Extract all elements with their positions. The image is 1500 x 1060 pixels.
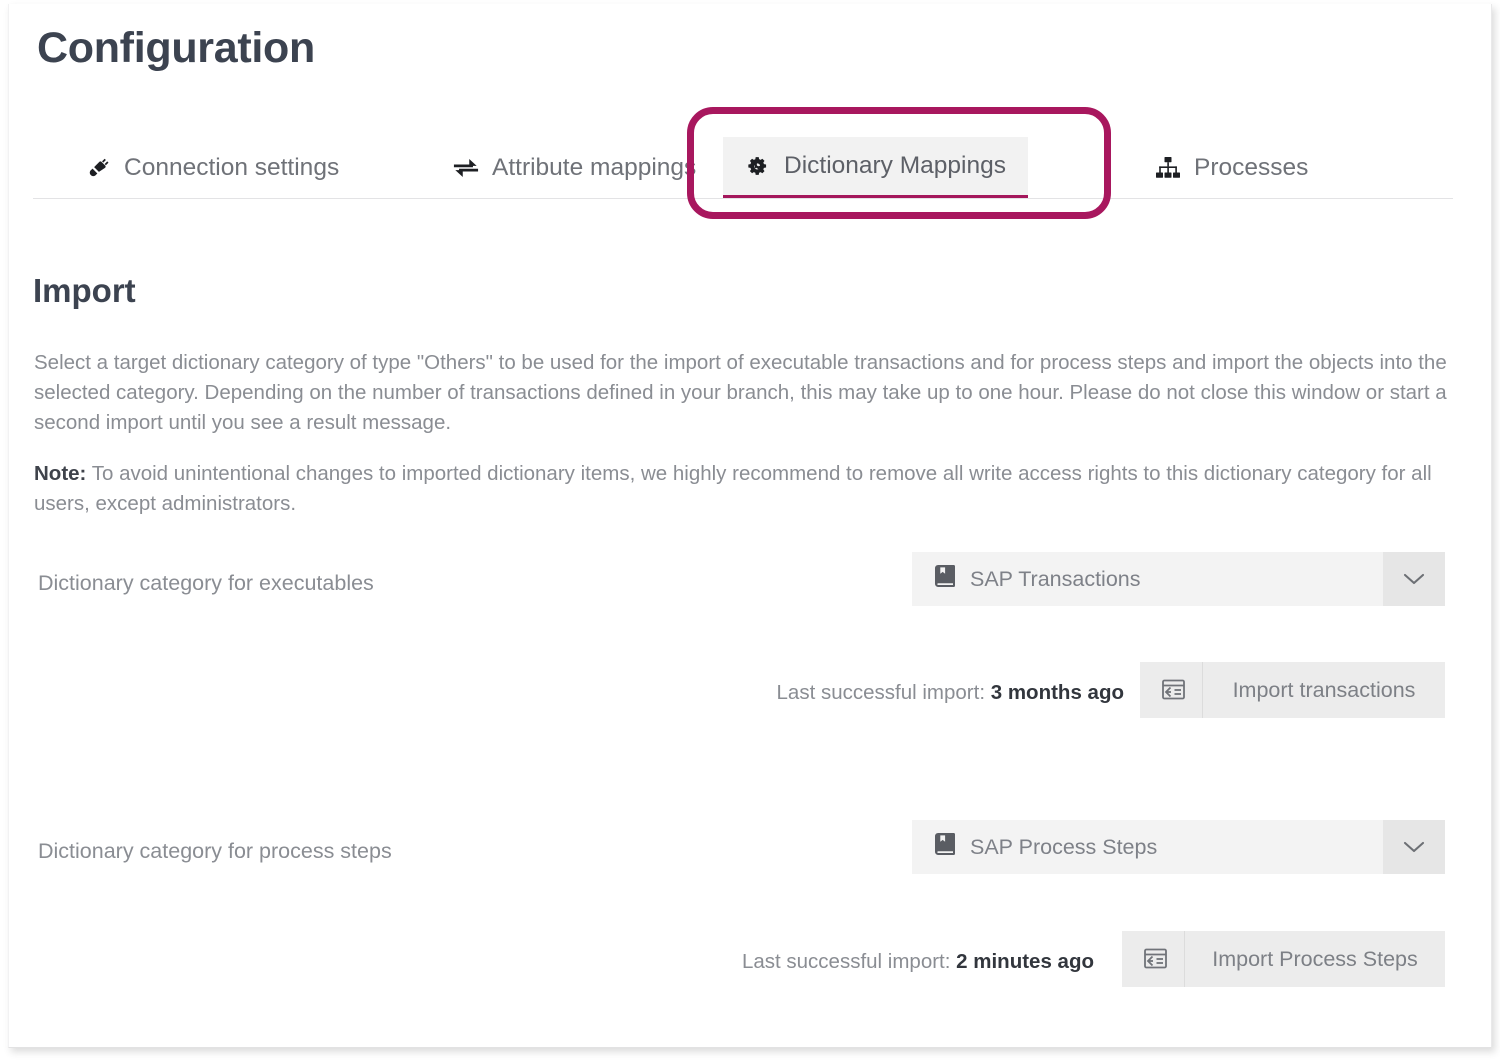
import-window-icon: [1122, 931, 1185, 987]
cogs-icon: [745, 153, 771, 179]
tab-label: Processes: [1194, 153, 1309, 181]
book-icon: [934, 832, 956, 862]
import-transactions-button[interactable]: Import transactions: [1140, 662, 1445, 718]
page-title: Configuration: [37, 24, 315, 72]
section-heading-import: Import: [33, 272, 136, 309]
chevron-down-icon[interactable]: [1383, 552, 1445, 606]
last-import-status-executables: Last successful import: 3 months ago: [509, 681, 1124, 705]
exchange-arrows-icon: [453, 155, 479, 181]
tab-dictionary-mappings[interactable]: Dictionary Mappings: [723, 137, 1028, 198]
plug-icon: [85, 155, 111, 181]
tab-connection-settings[interactable]: Connection settings: [63, 137, 361, 198]
note-text: To avoid unintentional changes to import…: [34, 462, 1432, 515]
import-process-steps-button[interactable]: Import Process Steps: [1122, 931, 1445, 987]
tab-bar: Connection settings Attribute mappings D…: [33, 137, 1453, 199]
tab-label: Attribute mappings: [492, 153, 697, 181]
import-process-steps-label: Import Process Steps: [1212, 946, 1418, 971]
status-value: 3 months ago: [990, 681, 1124, 704]
status-value: 2 minutes ago: [956, 950, 1094, 973]
dropdown-dictionary-category-executables[interactable]: SAP Transactions: [912, 552, 1445, 606]
sitemap-icon: [1155, 155, 1181, 181]
dropdown-dictionary-category-process-steps[interactable]: SAP Process Steps: [912, 820, 1445, 874]
label-dictionary-category-process-steps: Dictionary category for process steps: [38, 839, 392, 863]
tab-label: Dictionary Mappings: [784, 152, 1006, 179]
tab-processes[interactable]: Processes: [1133, 137, 1330, 198]
import-window-icon: [1140, 662, 1203, 718]
dropdown-value-wrap: SAP Transactions: [912, 552, 1383, 606]
last-import-status-process-steps: Last successful import: 2 minutes ago: [479, 950, 1094, 974]
import-description: Select a target dictionary category of t…: [34, 351, 1447, 434]
import-transactions-label: Import transactions: [1232, 677, 1416, 702]
chevron-down-icon[interactable]: [1383, 820, 1445, 874]
status-prefix: Last successful import:: [741, 950, 957, 973]
status-prefix: Last successful import:: [776, 681, 991, 704]
note-label: Note:: [34, 462, 87, 485]
tab-attribute-mappings[interactable]: Attribute mappings: [431, 137, 718, 198]
dropdown-value: SAP Process Steps: [970, 834, 1158, 859]
tab-label: Connection settings: [124, 153, 340, 181]
dropdown-value-wrap: SAP Process Steps: [912, 820, 1383, 874]
configuration-page-card: Configuration Connection settings Attrib…: [8, 4, 1492, 1048]
import-note: Note: To avoid unintentional changes to …: [34, 459, 1449, 519]
book-icon: [934, 564, 956, 594]
label-dictionary-category-executables: Dictionary category for executables: [38, 571, 374, 595]
dropdown-value: SAP Transactions: [970, 566, 1141, 591]
